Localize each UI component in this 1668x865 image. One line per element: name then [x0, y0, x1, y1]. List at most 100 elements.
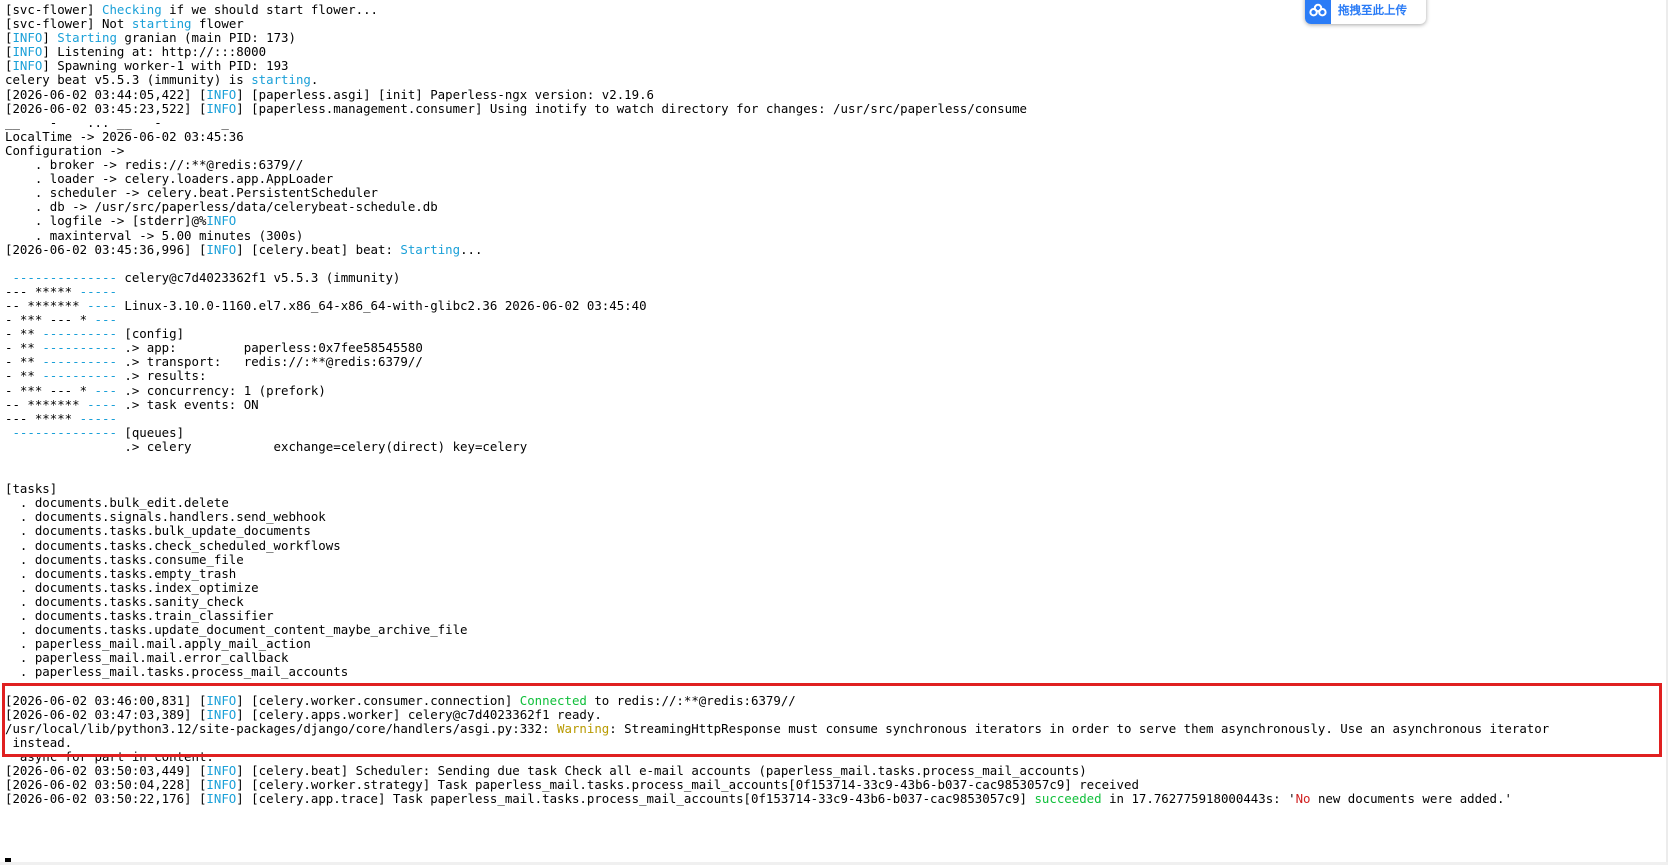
terminal-text-segment: ----- — [79, 410, 117, 426]
terminal-text-segment: . paperless_mail.mail.error_callback — [5, 650, 289, 666]
terminal-text-segment: . documents.tasks.empty_trash — [5, 565, 237, 581]
baidu-cloud-icon — [1305, 0, 1331, 24]
terminal-line: - ** ---------- .> transport: redis://:*… — [5, 355, 1668, 369]
terminal-text-segment: .> concurrency: 1 (prefork) — [116, 382, 326, 398]
terminal-text-segment: INFO — [206, 791, 237, 807]
terminal-text-segment: - ** — [5, 326, 43, 342]
terminal-text-segment: LocalTime -> 2026-06-02 03:45:36 — [5, 128, 244, 144]
terminal-line: --- ***** ----- — [5, 410, 1668, 426]
terminal-text-segment: --- ***** — [5, 283, 80, 299]
terminal-line: . logfile -> [stderr]@%INFO — [5, 214, 1668, 228]
terminal-text-segment: in 17.762775918000443s: ' — [1101, 791, 1296, 807]
terminal-text-segment: Starting — [400, 241, 461, 257]
terminal-line: [2026-06-02 03:47:03,389] [INFO] [celery… — [5, 706, 1668, 722]
terminal-text-segment: /usr/local/lib/python3.12/site-packages/… — [5, 720, 558, 736]
terminal-text-segment: ---------- — [42, 368, 117, 384]
terminal-text-segment: async for part in content: — [5, 748, 214, 764]
terminal-text-segment: [2026-06-02 03:45:36,996] [ — [5, 241, 207, 257]
terminal-text-segment: [2026-06-02 03:50:22,176] [ — [5, 791, 207, 807]
terminal-line: . documents.tasks.bulk_update_documents — [5, 524, 1668, 538]
terminal-text-segment: ---------- — [42, 326, 117, 342]
terminal-line: . documents.tasks.check_scheduled_workfl… — [5, 538, 1668, 553]
terminal-line: - *** --- * --- .> concurrency: 1 (prefo… — [5, 382, 1668, 398]
terminal-text-segment: - *** --- * — [5, 312, 95, 328]
terminal-text-segment: ] Spawning worker-1 with PID: 193 — [42, 58, 289, 74]
terminal-text-segment: INFO — [206, 100, 237, 116]
terminal-text-segment: INFO — [206, 777, 237, 793]
terminal-text-segment: . documents.signals.handlers.send_webhoo… — [5, 509, 326, 525]
terminal-line: . scheduler -> celery.beat.PersistentSch… — [5, 186, 1668, 200]
terminal-text-segment: . logfile -> [stderr]@% — [5, 213, 207, 229]
terminal-line: -------------- [queues] — [5, 424, 1668, 440]
terminal-text-segment: -------------- — [12, 269, 117, 285]
terminal-text-segment: to redis://:**@redis:6379// — [586, 692, 796, 708]
terminal-text-segment: INFO — [206, 706, 237, 722]
terminal-text-segment: ] [celery.apps.worker] celery@c7d4023362… — [236, 706, 602, 722]
terminal-line: . db -> /usr/src/paperless/data/celerybe… — [5, 200, 1668, 214]
terminal-line: [INFO] Listening at: http://:::8000 — [5, 45, 1668, 59]
terminal-line: . paperless_mail.mail.error_callback — [5, 651, 1668, 665]
terminal-text-segment: ] [paperless.asgi] [init] Paperless-ngx … — [236, 86, 655, 102]
terminal-text-segment: . loader -> celery.loaders.app.AppLoader — [5, 171, 334, 187]
terminal-line: [tasks] — [5, 482, 1668, 496]
drag-upload-widget[interactable]: 拖拽至此上传 — [1305, 0, 1426, 24]
terminal-line: [2026-06-02 03:50:22,176] [INFO] [celery… — [5, 792, 1668, 806]
terminal-text-segment: . db -> /usr/src/paperless/data/celerybe… — [5, 199, 438, 215]
terminal-text-segment: granian (main PID: 173) — [116, 30, 296, 46]
terminal-text-segment: flower — [191, 16, 244, 32]
terminal-line: [INFO] Spawning worker-1 with PID: 193 — [5, 59, 1668, 73]
terminal-text-segment: [tasks] — [5, 481, 58, 497]
terminal-line: . documents.tasks.train_classifier — [5, 608, 1668, 623]
terminal-window[interactable]: [svc-flower] Checking if we should start… — [0, 0, 1668, 865]
terminal-text-segment: .> transport: redis://:**@redis:6379// — [116, 354, 423, 370]
terminal-text-segment: [2026-06-02 03:46:00,831] [ — [5, 692, 207, 708]
terminal-line: LocalTime -> 2026-06-02 03:45:36 — [5, 128, 1668, 144]
terminal-line: __ - ... __ - _ — [5, 115, 1668, 130]
terminal-text-segment: - *** --- * — [5, 382, 95, 398]
terminal-text-segment: Linux-3.10.0-1160.el7.x86_64-x86_64-with… — [116, 297, 647, 313]
terminal-text-segment: ] [celery.worker.strategy] Task paperles… — [236, 777, 1139, 793]
terminal-line: . broker -> redis://:**@redis:6379// — [5, 157, 1668, 172]
terminal-output: [svc-flower] Checking if we should start… — [5, 2, 1668, 806]
terminal-line: . loader -> celery.loaders.app.AppLoader — [5, 172, 1668, 186]
terminal-text-segment: . documents.tasks.update_document_conten… — [5, 622, 468, 638]
terminal-text-segment: ----- — [79, 283, 117, 299]
terminal-text-segment: Warning — [557, 720, 610, 736]
terminal-text-segment: starting — [251, 72, 311, 88]
terminal-line: . maxinterval -> 5.00 minutes (300s) — [5, 228, 1668, 243]
terminal-text-segment: if we should start flower... — [161, 2, 379, 17]
terminal-line: --- ***** ----- — [5, 283, 1668, 299]
terminal-line: instead. — [5, 735, 1668, 750]
terminal-text-segment: .> task events: ON — [116, 396, 259, 412]
terminal-line: [2026-06-02 03:46:00,831] [INFO] [celery… — [5, 692, 1668, 708]
terminal-line: . documents.tasks.sanity_check — [5, 593, 1668, 609]
terminal-text-segment: . paperless_mail.mail.apply_mail_action — [5, 636, 311, 652]
terminal-text-segment: INFO — [206, 86, 237, 102]
terminal-text-segment: ] [celery.beat] beat: — [236, 241, 401, 257]
terminal-text-segment: : StreamingHttpResponse must consume syn… — [609, 720, 1550, 736]
terminal-text-segment: [queues] — [116, 424, 185, 440]
terminal-text-segment: . — [310, 72, 319, 88]
terminal-text-segment: new documents were added.' — [1310, 791, 1512, 807]
terminal-text-segment: - ** — [5, 368, 43, 384]
terminal-text-segment: . documents.tasks.bulk_update_documents — [5, 523, 311, 539]
upload-label: 拖拽至此上传 — [1338, 3, 1407, 17]
terminal-text-segment: ---- — [87, 396, 117, 412]
terminal-text-segment: INFO — [206, 692, 237, 708]
terminal-text-segment: [svc-flower] Not — [5, 16, 132, 32]
terminal-text-segment: . documents.tasks.sanity_check — [5, 593, 244, 609]
terminal-line: -- ******* ---- .> task events: ON — [5, 396, 1668, 412]
terminal-text-segment: -- ******* — [5, 396, 88, 412]
terminal-line: - *** --- * --- — [5, 313, 1668, 327]
terminal-text-segment: ] [celery.app.trace] Task paperless_mail… — [236, 791, 1035, 807]
terminal-line: [2026-06-02 03:45:36,996] [INFO] [celery… — [5, 241, 1668, 257]
terminal-text-segment: ] [paperless.management.consumer] Using … — [236, 100, 1028, 116]
terminal-line: [2026-06-02 03:50:04,228] [INFO] [celery… — [5, 778, 1668, 792]
terminal-line: - ** ---------- .> app: paperless:0x7fee… — [5, 341, 1668, 355]
terminal-text-segment: [2026-06-02 03:44:05,422] [ — [5, 86, 207, 102]
terminal-line: . documents.tasks.update_document_conten… — [5, 623, 1668, 637]
terminal-line: Configuration -> — [5, 143, 1668, 158]
